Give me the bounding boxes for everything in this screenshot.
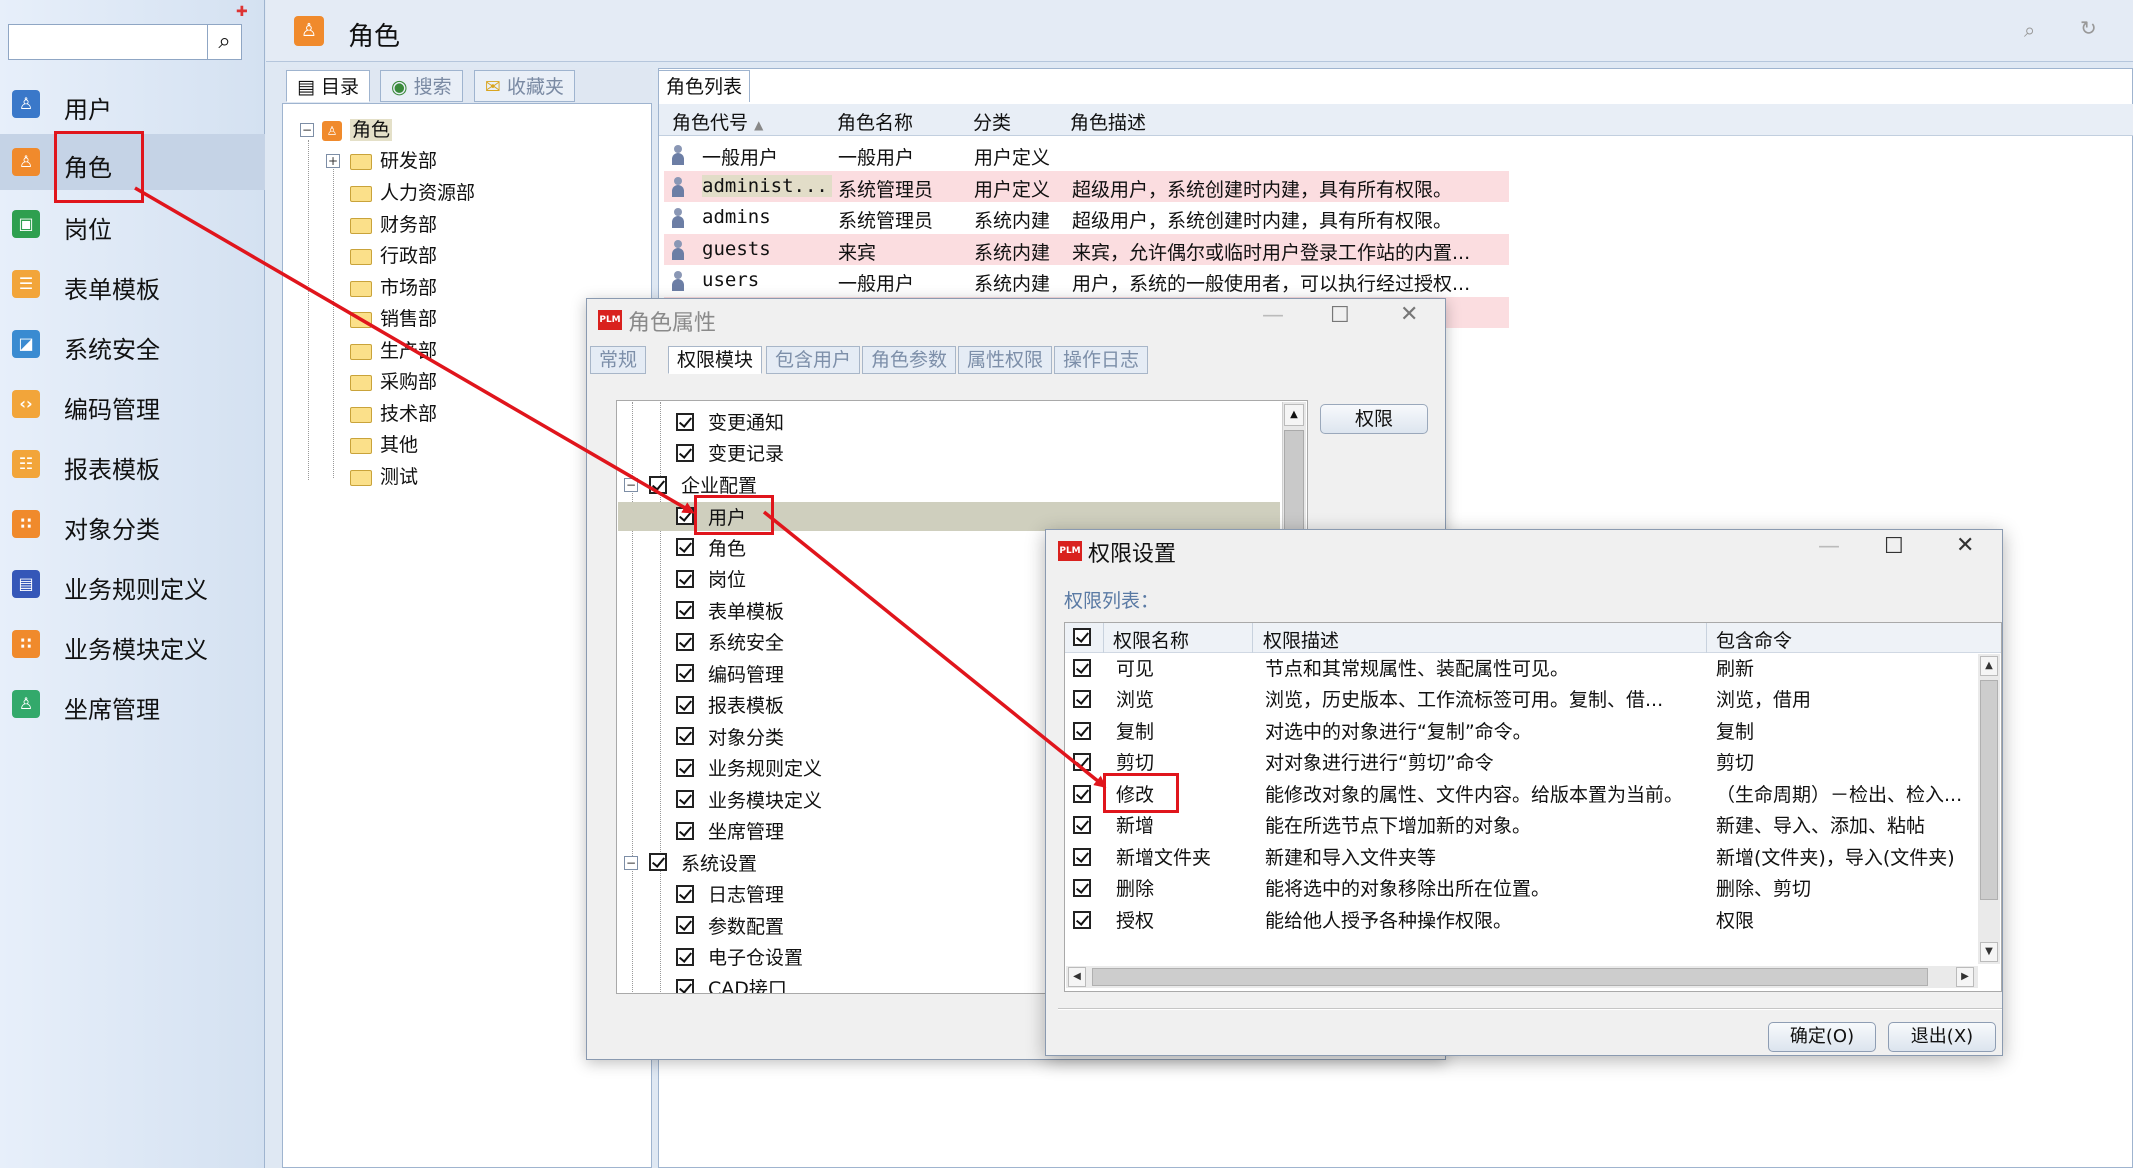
annotation-arrow xyxy=(762,510,1107,788)
annotation-arrow xyxy=(134,186,695,514)
annotation-arrows xyxy=(134,186,1107,788)
